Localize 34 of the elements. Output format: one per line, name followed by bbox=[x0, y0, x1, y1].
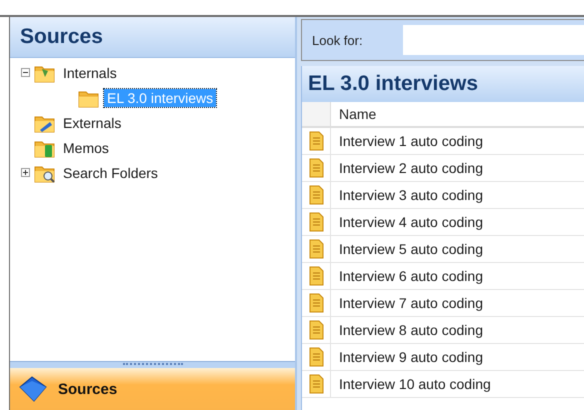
document-icon bbox=[308, 239, 324, 259]
table-cell-text: Interview 8 auto coding bbox=[338, 321, 483, 340]
tree-item[interactable]: Internals bbox=[60, 64, 120, 82]
tree-item[interactable]: Externals bbox=[60, 114, 124, 132]
splitter-handle[interactable] bbox=[10, 361, 295, 368]
document-icon bbox=[308, 266, 324, 286]
pane-title: Sources bbox=[10, 17, 295, 58]
list-title: EL 3.0 interviews bbox=[302, 66, 584, 102]
table-cell-text: Interview 4 auto coding bbox=[338, 213, 483, 232]
look-for-field[interactable] bbox=[403, 25, 584, 55]
document-icon bbox=[308, 212, 324, 232]
expand-icon[interactable] bbox=[20, 168, 30, 177]
column-header[interactable]: Name bbox=[331, 102, 584, 126]
tree-item[interactable]: Search Folders bbox=[60, 164, 161, 182]
look-for-label: Look for: bbox=[312, 32, 364, 48]
document-icon bbox=[308, 131, 324, 151]
table-cell-text: Interview 7 auto coding bbox=[338, 294, 483, 313]
document-icon bbox=[308, 320, 324, 340]
document-icon bbox=[308, 374, 324, 394]
collapse-icon[interactable] bbox=[20, 68, 30, 77]
tree-item[interactable]: Memos bbox=[60, 138, 112, 156]
cube-icon bbox=[18, 375, 48, 403]
table-cell-text: Interview 5 auto coding bbox=[338, 240, 483, 259]
document-icon bbox=[308, 293, 324, 313]
sources-button[interactable]: Sources bbox=[10, 368, 295, 410]
table-cell-text: Interview 2 auto coding bbox=[338, 159, 483, 178]
table-cell-text: Interview 1 auto coding bbox=[338, 132, 483, 151]
table-cell-text: Interview 3 auto coding bbox=[338, 186, 483, 205]
table-cell-text: Interview 10 auto coding bbox=[338, 375, 491, 394]
document-icon bbox=[308, 158, 324, 178]
document-icon bbox=[308, 347, 324, 367]
document-icon bbox=[308, 185, 324, 205]
table-cell-text: Interview 9 auto coding bbox=[338, 348, 483, 367]
table-cell-text: Interview 6 auto coding bbox=[338, 267, 483, 286]
